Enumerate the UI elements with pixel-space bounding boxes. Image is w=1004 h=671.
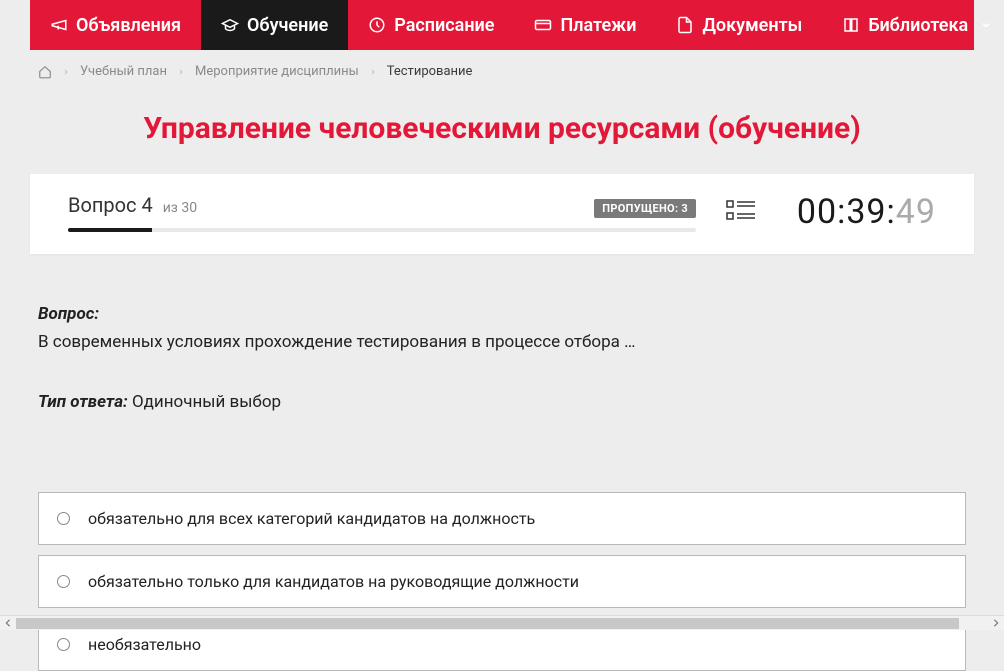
question-head: Вопрос: — [38, 304, 966, 324]
nav-label: Библиотека — [868, 15, 968, 36]
nav-label: Платежи — [560, 15, 636, 36]
progress-bar — [68, 228, 696, 232]
option-text: обязательно для всех категорий кандидато… — [88, 509, 535, 528]
option-item[interactable]: обязательно только для кандидатов на рук… — [38, 555, 966, 608]
progress-fill — [68, 228, 152, 232]
question-block: Вопрос: В современных условиях прохожден… — [30, 254, 974, 492]
scroll-right-button[interactable] — [988, 616, 1004, 631]
chevron-right-icon — [62, 68, 70, 76]
question-list-button[interactable] — [726, 199, 756, 225]
answer-type: Тип ответа: Одиночный выбор — [38, 392, 966, 412]
breadcrumb-item[interactable]: Мероприятие дисциплины — [195, 64, 359, 79]
grad-cap-icon — [221, 16, 239, 34]
skipped-badge: ПРОПУЩЕНО: 3 — [594, 199, 696, 218]
question-total: из 30 — [163, 200, 197, 216]
option-item[interactable]: обязательно для всех категорий кандидато… — [38, 492, 966, 545]
question-number: Вопрос 4 — [68, 193, 153, 217]
chevron-right-icon — [177, 68, 185, 76]
page-title: Управление человеческими ресурсами (обуч… — [30, 93, 974, 174]
option-text: обязательно только для кандидатов на рук… — [88, 572, 579, 591]
timer: 00:39:49 — [786, 192, 936, 232]
book-icon — [842, 16, 860, 34]
nav-label: Обучение — [247, 15, 328, 36]
top-nav: Объявления Обучение Расписание Платежи Д… — [30, 0, 974, 50]
nav-documents[interactable]: Документы — [656, 0, 822, 50]
home-icon[interactable] — [38, 65, 52, 79]
chevron-down-icon — [980, 15, 992, 36]
breadcrumb-item-current: Тестирование — [387, 64, 473, 79]
chevron-right-icon — [369, 68, 377, 76]
timer-seconds: 49 — [896, 192, 936, 232]
megaphone-icon — [50, 16, 68, 34]
card-icon — [534, 16, 552, 34]
nav-announcements[interactable]: Объявления — [30, 0, 201, 50]
radio-icon[interactable] — [57, 638, 70, 651]
doc-icon — [676, 16, 694, 34]
option-text: необязательно — [88, 635, 201, 654]
nav-label: Документы — [702, 15, 802, 36]
nav-education[interactable]: Обучение — [201, 0, 348, 50]
status-card: Вопрос 4 из 30 ПРОПУЩЕНО: 3 00:39:49 — [30, 174, 974, 254]
nav-library[interactable]: Библиотека — [822, 0, 1004, 50]
nav-label: Объявления — [76, 15, 181, 36]
scrollbar-track[interactable] — [16, 616, 988, 631]
timer-main: 00:39: — [797, 192, 896, 232]
question-text: В современных условиях прохождение тести… — [38, 332, 966, 352]
breadcrumb: Учебный план Мероприятие дисциплины Тест… — [30, 50, 974, 93]
scrollbar-thumb[interactable] — [16, 618, 959, 629]
breadcrumb-item[interactable]: Учебный план — [80, 64, 167, 79]
nav-label: Расписание — [394, 15, 494, 36]
options-list: обязательно для всех категорий кандидато… — [30, 492, 974, 671]
clock-icon — [368, 16, 386, 34]
radio-icon[interactable] — [57, 575, 70, 588]
nav-payments[interactable]: Платежи — [514, 0, 656, 50]
nav-schedule[interactable]: Расписание — [348, 0, 514, 50]
scroll-left-button[interactable] — [0, 616, 16, 631]
radio-icon[interactable] — [57, 512, 70, 525]
horizontal-scrollbar[interactable] — [0, 615, 1004, 630]
